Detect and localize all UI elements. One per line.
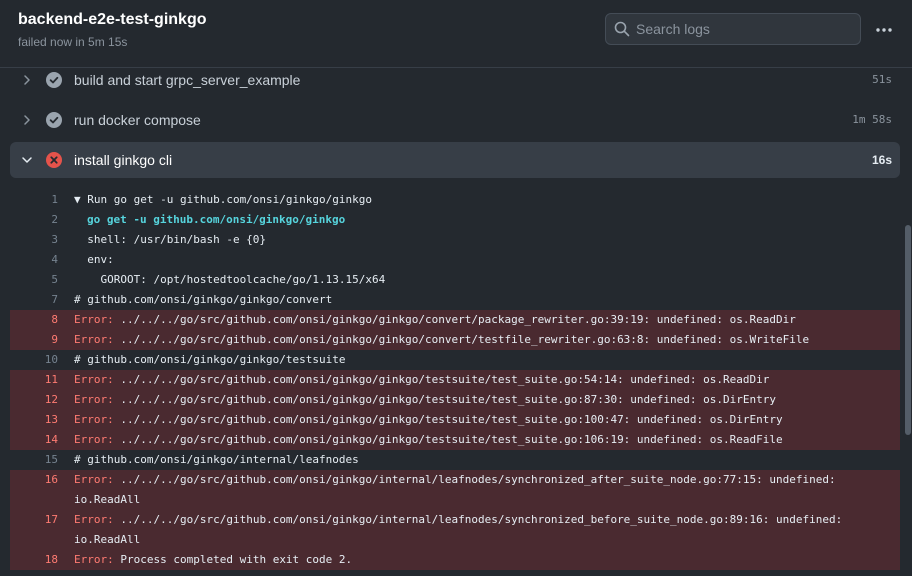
error-message: ../../../go/src/github.com/onsi/ginkgo/i… xyxy=(113,473,836,486)
line-number[interactable]: 11 xyxy=(10,370,58,390)
job-title: backend-e2e-test-ginkgo xyxy=(18,11,207,28)
line-number[interactable]: 12 xyxy=(10,390,58,410)
search-logs-box[interactable] xyxy=(605,13,861,45)
log-line-error: 9 Error: ../../../go/src/github.com/onsi/… xyxy=(10,330,900,350)
line-number[interactable]: 10 xyxy=(10,350,58,370)
x-circle-icon xyxy=(46,152,62,168)
line-number[interactable]: 18 xyxy=(10,550,58,570)
line-number[interactable]: 4 xyxy=(10,250,58,270)
log-line-error: 18 Error: Process completed with exit cod… xyxy=(10,550,900,570)
line-number[interactable]: 17 xyxy=(10,510,58,530)
log-line: 15 # github.com/onsi/ginkgo/internal/leaf… xyxy=(10,450,900,470)
log-text: Error: ../../../go/src/github.com/onsi/g… xyxy=(74,410,783,430)
step-name: install ginkgo cli xyxy=(74,152,173,168)
log-line-error: 13 Error: ../../../go/src/github.com/onsi… xyxy=(10,410,900,430)
job-status: failed now in 5m 15s xyxy=(18,35,128,49)
log-text: GOROOT: /opt/hostedtoolcache/go/1.13.15/… xyxy=(74,273,386,286)
scrollbar[interactable] xyxy=(905,225,911,435)
error-message: ../../../go/src/github.com/onsi/ginkgo/g… xyxy=(113,333,810,346)
log-line: 1 ▼ Run go get -u github.com/onsi/ginkgo/… xyxy=(10,190,900,210)
log-text-continued: io.ReadAll xyxy=(74,493,141,506)
error-keyword: Error: xyxy=(74,513,114,526)
log-text: Error: ../../../go/src/github.com/onsi/g… xyxy=(74,370,769,390)
error-message: Process completed with exit code 2. xyxy=(113,553,353,566)
search-input[interactable] xyxy=(636,15,856,43)
line-number[interactable]: 5 xyxy=(10,270,58,290)
error-keyword: Error: xyxy=(74,313,114,326)
log-text: # github.com/onsi/ginkgo/ginkgo/convert xyxy=(74,293,333,306)
log-line: 7 # github.com/onsi/ginkgo/ginkgo/convert xyxy=(10,290,900,310)
log-text: Error: Process completed with exit code … xyxy=(74,550,352,570)
log-line: 4 env: xyxy=(10,250,900,270)
error-keyword: Error: xyxy=(74,473,114,486)
step-install-ginkgo-cli[interactable]: install ginkgo cli 16s xyxy=(10,142,900,178)
log-line-error: 14 Error: ../../../go/src/github.com/onsi… xyxy=(10,430,900,450)
error-keyword: Error: xyxy=(74,433,114,446)
log-text-continued: io.ReadAll xyxy=(74,533,141,546)
step-build-and-start[interactable]: build and start grpc_server_example 51s xyxy=(10,62,900,98)
search-icon xyxy=(614,21,630,37)
error-message: ../../../go/src/github.com/onsi/ginkgo/g… xyxy=(113,393,777,406)
error-keyword: Error: xyxy=(74,393,114,406)
error-message: ../../../go/src/github.com/onsi/ginkgo/g… xyxy=(113,413,783,426)
log-line: 2 go get -u github.com/onsi/ginkgo/ginkgo xyxy=(10,210,900,230)
step-duration: 51s xyxy=(872,73,892,86)
job-header: backend-e2e-test-ginkgo failed now in 5m… xyxy=(0,0,912,68)
line-number[interactable]: 2 xyxy=(10,210,58,230)
log-line: 5 GOROOT: /opt/hostedtoolcache/go/1.13.1… xyxy=(10,270,900,290)
step-run-docker-compose[interactable]: run docker compose 1m 58s xyxy=(10,102,900,138)
line-number[interactable]: 1 xyxy=(10,190,58,210)
line-number[interactable]: 16 xyxy=(10,470,58,490)
line-number[interactable]: 8 xyxy=(10,310,58,330)
run-command: go get -u github.com/onsi/ginkgo/ginkgo xyxy=(87,213,346,226)
line-number[interactable]: 9 xyxy=(10,330,58,350)
line-number[interactable]: 3 xyxy=(10,230,58,250)
log-line-error: 11 Error: ../../../go/src/github.com/onsi… xyxy=(10,370,900,390)
log-text: Error: ../../../go/src/github.com/onsi/g… xyxy=(74,470,836,490)
error-keyword: Error: xyxy=(74,333,114,346)
error-message: ../../../go/src/github.com/onsi/ginkgo/g… xyxy=(113,433,783,446)
line-number[interactable]: 14 xyxy=(10,430,58,450)
log-text: Error: ../../../go/src/github.com/onsi/g… xyxy=(74,330,809,350)
step-name: run docker compose xyxy=(74,112,201,128)
log-text: Error: ../../../go/src/github.com/onsi/g… xyxy=(74,390,776,410)
log-text: shell: /usr/bin/bash -e {0} xyxy=(74,233,267,246)
log-text: # github.com/onsi/ginkgo/ginkgo/testsuit… xyxy=(74,353,346,366)
chevron-right-icon xyxy=(24,75,30,85)
log-line-error: 17 Error: ../../../go/src/github.com/onsi… xyxy=(10,510,900,550)
log-text: Error: ../../../go/src/github.com/onsi/g… xyxy=(74,430,783,450)
error-keyword: Error: xyxy=(74,373,114,386)
step-name: build and start grpc_server_example xyxy=(74,72,301,88)
line-number[interactable]: 13 xyxy=(10,410,58,430)
check-circle-icon xyxy=(46,112,62,128)
chevron-right-icon xyxy=(24,115,30,125)
log-line-error: 16 Error: ../../../go/src/github.com/onsi… xyxy=(10,470,900,510)
line-number[interactable]: 15 xyxy=(10,450,58,470)
line-number[interactable]: 7 xyxy=(10,290,58,310)
error-keyword: Error: xyxy=(74,413,114,426)
error-keyword: Error: xyxy=(74,553,114,566)
step-duration: 1m 58s xyxy=(852,113,892,126)
step-duration: 16s xyxy=(871,153,892,167)
log-output: 1 ▼ Run go get -u github.com/onsi/ginkgo/… xyxy=(10,190,900,570)
error-message: ../../../go/src/github.com/onsi/ginkgo/g… xyxy=(113,373,770,386)
log-line: 3 shell: /usr/bin/bash -e {0} xyxy=(10,230,900,250)
log-text: Error: ../../../go/src/github.com/onsi/g… xyxy=(74,510,842,530)
log-line-error: 12 Error: ../../../go/src/github.com/onsi… xyxy=(10,390,900,410)
log-text: go get -u github.com/onsi/ginkgo/ginkgo xyxy=(74,210,345,230)
log-line-error: 8 Error: ../../../go/src/github.com/onsi/… xyxy=(10,310,900,330)
error-message: ../../../go/src/github.com/onsi/ginkgo/i… xyxy=(113,513,843,526)
log-text: env: xyxy=(74,253,114,266)
kebab-horizontal-icon[interactable] xyxy=(870,18,898,42)
chevron-down-icon xyxy=(22,157,32,163)
check-circle-icon xyxy=(46,72,62,88)
log-text: ▼ Run go get -u github.com/onsi/ginkgo/g… xyxy=(74,193,373,206)
error-message: ../../../go/src/github.com/onsi/ginkgo/g… xyxy=(113,313,796,326)
log-text: # github.com/onsi/ginkgo/internal/leafno… xyxy=(74,453,359,466)
log-line: 10 # github.com/onsi/ginkgo/ginkgo/testsu… xyxy=(10,350,900,370)
log-text: Error: ../../../go/src/github.com/onsi/g… xyxy=(74,310,796,330)
